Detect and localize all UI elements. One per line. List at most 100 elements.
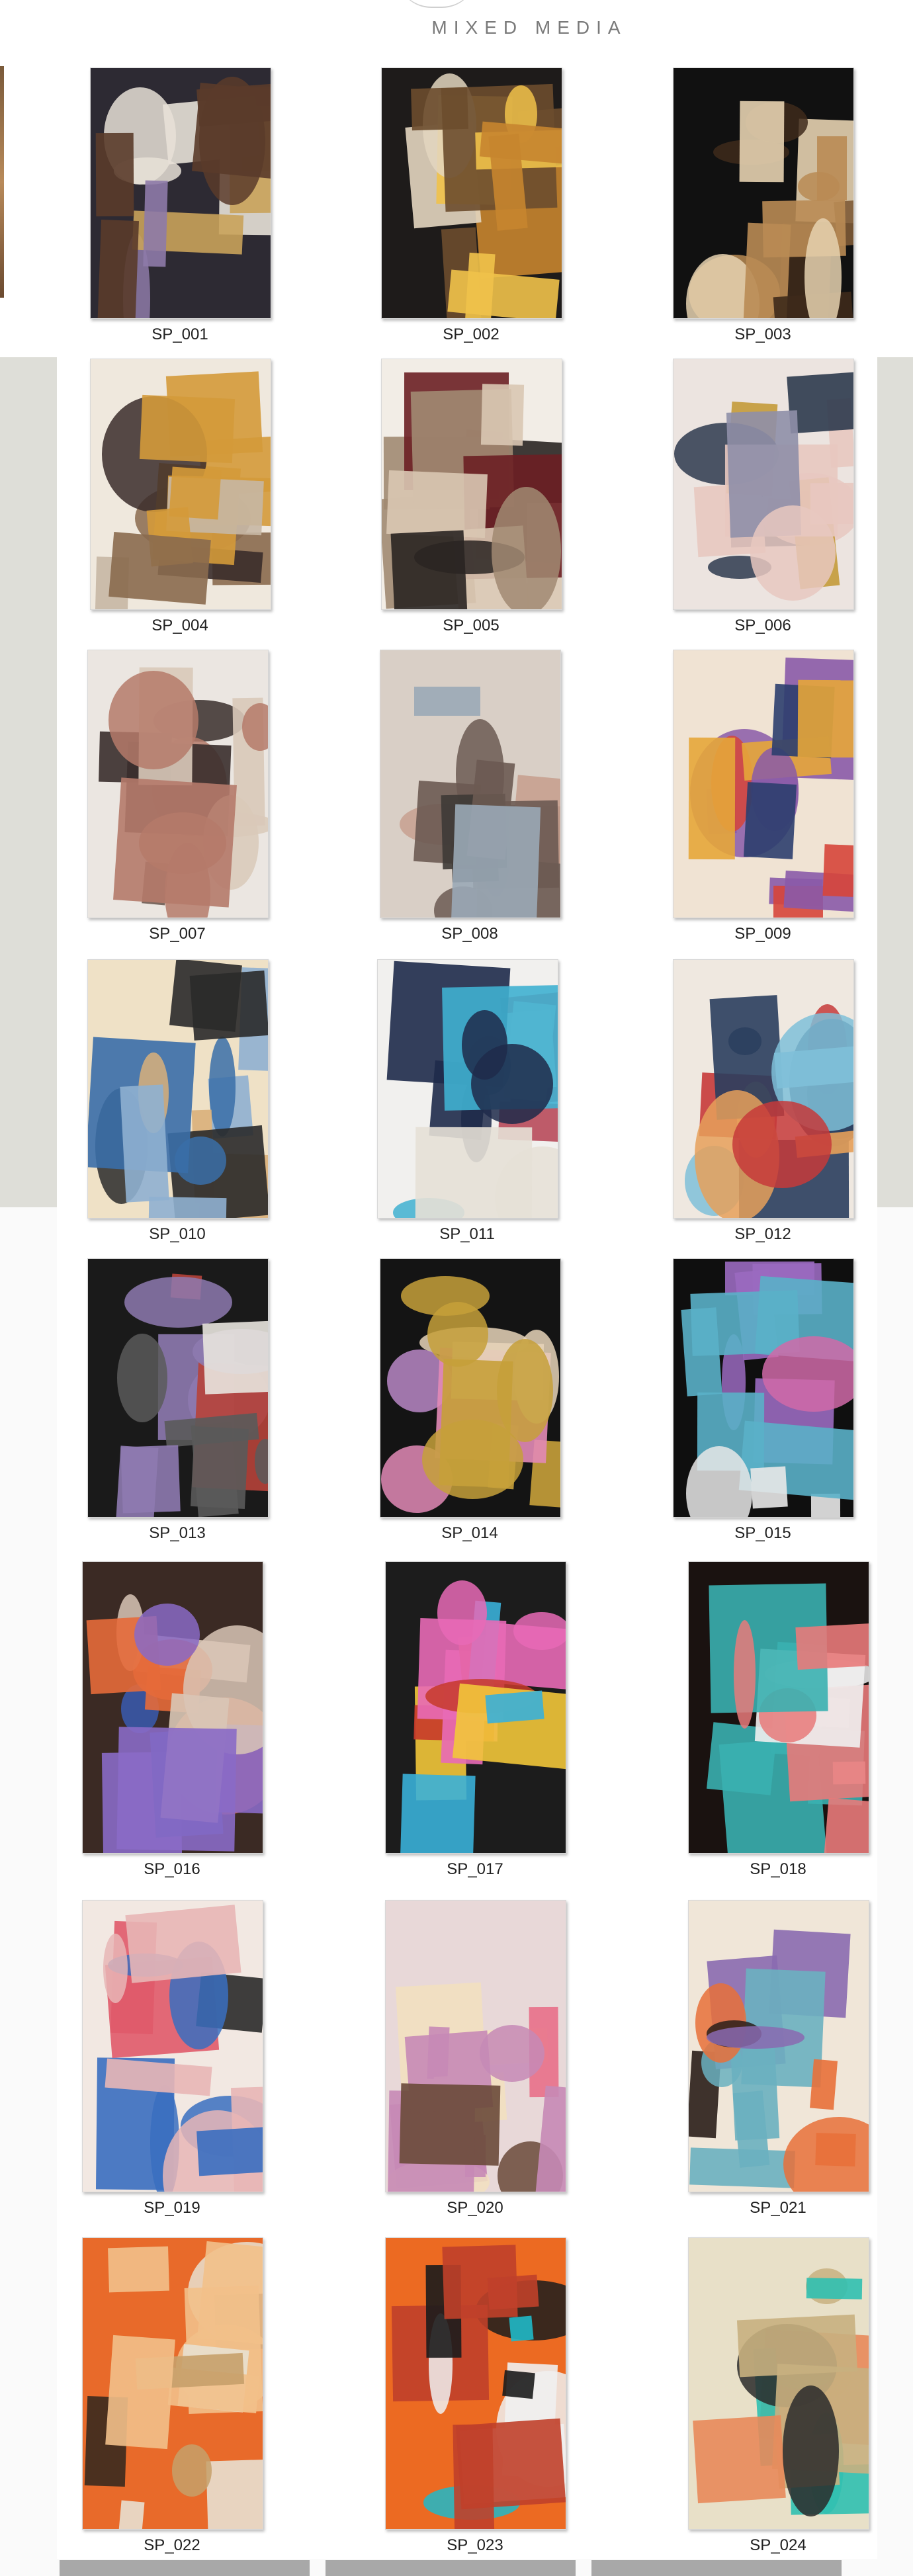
artwork-thumbnail[interactable] bbox=[673, 67, 854, 319]
collage-shape bbox=[744, 781, 797, 860]
gallery-item[interactable]: SP_008 bbox=[380, 650, 561, 943]
collage-shape bbox=[171, 2444, 212, 2497]
artwork-thumbnail[interactable] bbox=[688, 1561, 869, 1854]
artwork-thumbnail[interactable] bbox=[87, 959, 269, 1219]
collage-shape bbox=[109, 670, 199, 770]
artwork-caption: SP_006 bbox=[734, 617, 791, 634]
artwork-thumbnail[interactable] bbox=[381, 67, 562, 319]
pagination-bar-1[interactable] bbox=[60, 2560, 310, 2576]
gallery-item[interactable]: SP_009 bbox=[673, 650, 854, 943]
collage-shape bbox=[534, 2085, 566, 2192]
collage-shape bbox=[415, 1127, 533, 1218]
collage-shape bbox=[109, 531, 212, 605]
collage-shape bbox=[437, 1580, 488, 1646]
artwork-caption: SP_015 bbox=[734, 1524, 791, 1542]
artwork-thumbnail[interactable] bbox=[673, 650, 854, 918]
collage-shape bbox=[810, 2059, 838, 2111]
artwork-thumbnail[interactable] bbox=[673, 959, 854, 1219]
gallery-item[interactable]: SP_005 bbox=[381, 359, 562, 635]
artwork-thumbnail[interactable] bbox=[385, 1900, 566, 2192]
collage-shape bbox=[497, 1339, 554, 1442]
gallery-item[interactable]: SP_015 bbox=[673, 1258, 854, 1543]
gallery-item[interactable]: SP_011 bbox=[377, 959, 558, 1244]
collage-shape bbox=[103, 1933, 128, 2004]
artwork-caption: SP_021 bbox=[750, 2199, 806, 2217]
collage-shape bbox=[95, 133, 134, 217]
artwork-thumbnail[interactable] bbox=[87, 1258, 269, 1518]
gallery-item[interactable]: SP_006 bbox=[673, 359, 854, 635]
artwork-caption: SP_001 bbox=[152, 325, 208, 343]
artwork-thumbnail[interactable] bbox=[380, 650, 561, 918]
collage-shape bbox=[196, 2241, 263, 2347]
artwork-thumbnail[interactable] bbox=[688, 1900, 869, 2192]
collage-shape bbox=[124, 1277, 232, 1328]
collage-shape bbox=[427, 1302, 489, 1367]
pagination-bar-3[interactable] bbox=[591, 2560, 842, 2576]
collage-shape bbox=[191, 82, 271, 182]
artwork-thumbnail[interactable] bbox=[90, 359, 271, 610]
collage-shape bbox=[817, 136, 848, 201]
artwork-thumbnail[interactable] bbox=[82, 1561, 263, 1854]
artwork-thumbnail[interactable] bbox=[688, 2237, 869, 2530]
gallery-item[interactable]: SP_013 bbox=[87, 1258, 269, 1543]
gallery-item[interactable]: SP_010 bbox=[87, 959, 269, 1244]
collage-shape bbox=[442, 2245, 518, 2319]
gallery-item[interactable]: SP_001 bbox=[90, 67, 271, 344]
artwork-thumbnail[interactable] bbox=[381, 359, 562, 610]
artwork-caption: SP_008 bbox=[441, 925, 498, 943]
left-edge-image-strip bbox=[0, 66, 4, 298]
collage-shape bbox=[399, 1773, 476, 1853]
artwork-thumbnail[interactable] bbox=[377, 959, 558, 1219]
gallery-item[interactable]: SP_019 bbox=[82, 1900, 263, 2217]
collage-shape bbox=[693, 2415, 787, 2504]
gallery-item[interactable]: SP_022 bbox=[82, 2237, 263, 2555]
collage-shape bbox=[120, 1084, 169, 1203]
gallery-item[interactable]: SP_017 bbox=[385, 1561, 566, 1879]
gallery-item[interactable]: SP_007 bbox=[87, 650, 269, 943]
gallery-item[interactable]: SP_002 bbox=[381, 67, 562, 344]
artwork-caption: SP_023 bbox=[447, 2536, 503, 2554]
artwork-thumbnail[interactable] bbox=[673, 359, 854, 610]
artwork-caption: SP_014 bbox=[441, 1524, 498, 1542]
artwork-thumbnail[interactable] bbox=[673, 1258, 854, 1518]
gallery-item[interactable]: SP_016 bbox=[82, 1561, 263, 1879]
collage-shape bbox=[410, 87, 468, 131]
gallery-item[interactable]: SP_004 bbox=[90, 359, 271, 635]
gallery-item[interactable]: SP_012 bbox=[673, 959, 854, 1244]
artwork-thumbnail[interactable] bbox=[385, 1561, 566, 1854]
collage-shape bbox=[470, 1044, 553, 1125]
collage-shape bbox=[202, 1320, 268, 1395]
collage-shape bbox=[169, 466, 222, 521]
gallery-item[interactable]: SP_021 bbox=[688, 1900, 869, 2217]
artwork-thumbnail[interactable] bbox=[82, 2237, 263, 2530]
collage-shape bbox=[797, 679, 853, 758]
gallery-item[interactable]: SP_003 bbox=[673, 67, 854, 344]
gallery-item[interactable]: SP_020 bbox=[385, 1900, 566, 2217]
gallery-item[interactable]: SP_014 bbox=[380, 1258, 561, 1543]
artwork-caption: SP_024 bbox=[750, 2536, 806, 2554]
collage-shape bbox=[795, 1621, 869, 1670]
collage-shape bbox=[451, 804, 541, 918]
page-title: MIXED MEDIA bbox=[431, 17, 627, 38]
collage-shape bbox=[189, 970, 268, 1041]
collage-shape bbox=[822, 844, 853, 898]
artwork-thumbnail[interactable] bbox=[380, 1258, 561, 1518]
collage-shape bbox=[116, 1727, 238, 1852]
gallery-item[interactable]: SP_023 bbox=[385, 2237, 566, 2555]
collage-shape bbox=[728, 1027, 761, 1056]
gallery-item[interactable]: SP_018 bbox=[688, 1561, 869, 1879]
artwork-thumbnail[interactable] bbox=[87, 650, 269, 918]
collage-shape bbox=[413, 686, 480, 716]
artwork-thumbnail[interactable] bbox=[385, 2237, 566, 2530]
collage-shape bbox=[447, 269, 560, 318]
gallery-item[interactable]: SP_024 bbox=[688, 2237, 869, 2555]
collage-shape bbox=[117, 1334, 167, 1423]
artwork-thumbnail[interactable] bbox=[82, 1900, 263, 2192]
collage-shape bbox=[480, 2024, 545, 2082]
pagination-bar-2[interactable] bbox=[326, 2560, 576, 2576]
collage-shape bbox=[824, 1797, 869, 1853]
collage-shape bbox=[739, 101, 785, 183]
collage-shape bbox=[750, 505, 836, 601]
collage-shape bbox=[120, 1445, 180, 1514]
artwork-thumbnail[interactable] bbox=[90, 67, 271, 319]
